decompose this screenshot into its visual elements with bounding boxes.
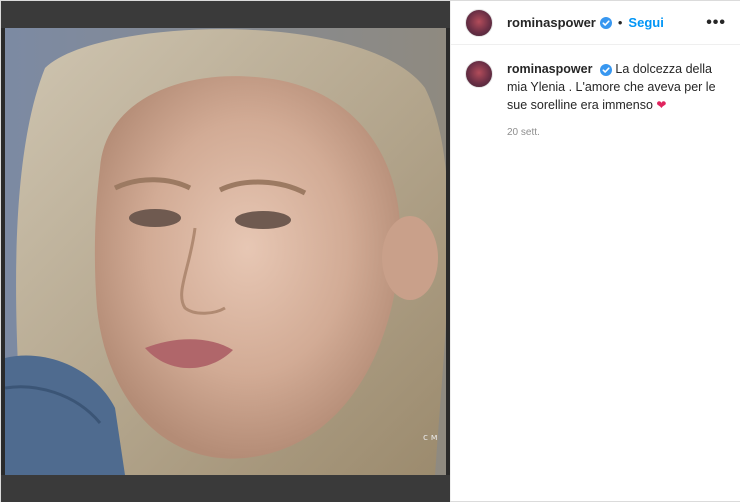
caption-verified-badge-icon [599, 63, 612, 76]
instagram-post: ᴄ ᴍ rominaspower • Segui ••• rominaspowe… [0, 0, 740, 502]
caption-body: rominaspower La dolcezza della mia Yleni… [507, 60, 717, 142]
heart-emoji-icon: ❤ [656, 98, 667, 112]
post-header: rominaspower • Segui ••• [451, 1, 740, 45]
username-link[interactable]: rominaspower [507, 15, 596, 30]
follow-button[interactable]: Segui [628, 15, 663, 30]
portrait-image-icon: ᴄ ᴍ [5, 28, 446, 475]
post-video-frame[interactable]: ᴄ ᴍ [5, 28, 446, 475]
profile-avatar[interactable] [465, 8, 493, 37]
more-options-icon[interactable]: ••• [706, 14, 726, 32]
media-letterbox-bottom [1, 475, 450, 502]
post-timestamp[interactable]: 20 sett. [507, 124, 717, 142]
header-separator: • [617, 15, 623, 30]
svg-text:ᴄ ᴍ: ᴄ ᴍ [423, 433, 438, 443]
media-letterbox-top [1, 1, 450, 28]
post-media[interactable]: ᴄ ᴍ [1, 1, 450, 502]
verified-badge-icon [599, 16, 612, 29]
caption-username-link[interactable]: rominaspower [507, 62, 592, 76]
post-sidebar: rominaspower • Segui ••• rominaspower La… [450, 1, 740, 501]
post-caption: rominaspower La dolcezza della mia Yleni… [451, 45, 740, 142]
caption-avatar[interactable] [465, 60, 493, 88]
